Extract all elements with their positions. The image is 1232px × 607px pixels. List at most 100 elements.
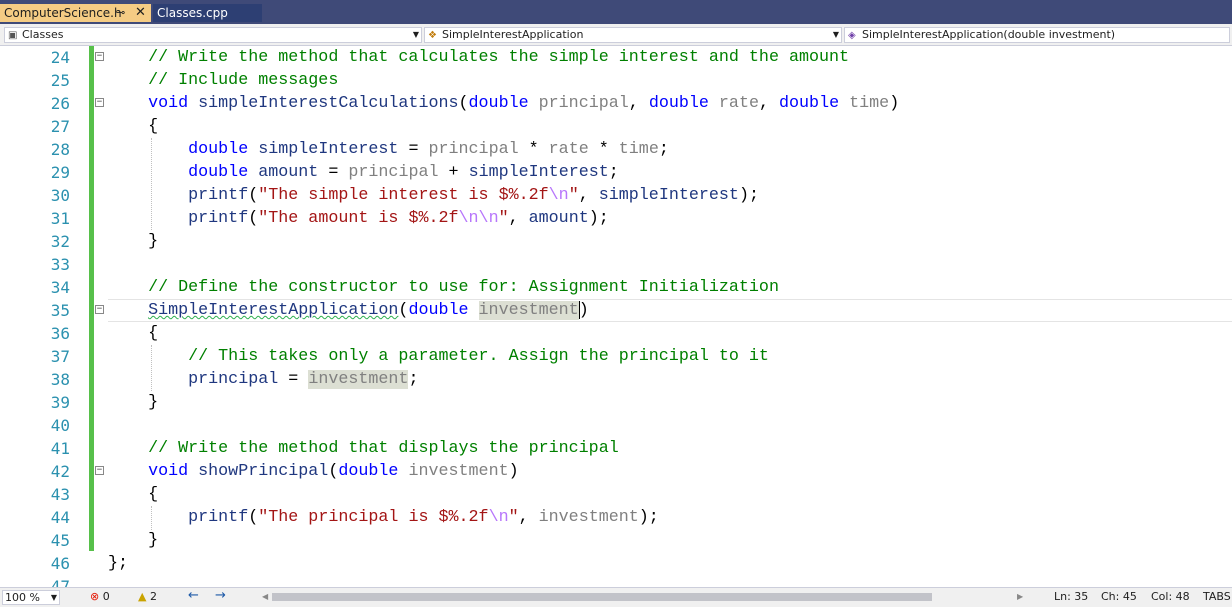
line-number: 28 [50,140,70,159]
code-text: } [148,393,159,412]
class-icon: ❖ [428,30,437,41]
navigate-forward-button[interactable]: → [215,589,226,603]
scroll-right-icon[interactable]: ▶ [1017,590,1023,604]
warning-icon: ▲ [138,590,147,603]
zoom-dropdown[interactable]: 100 % ▼ [2,590,60,605]
code-line-31: 31 printf("The amount is $%.2f\n\n", amo… [0,207,1232,230]
close-icon[interactable]: ✕ [135,4,146,22]
code-line-42: 42 − void showPrincipal(double investmen… [0,460,1232,483]
error-indicator[interactable]: ⊗ 0 [90,590,110,604]
code-text: } [148,232,159,251]
line-number: 43 [50,485,70,504]
code-text: printf("The principal is $%.2f\n", inves… [188,508,659,527]
navigation-bar: ▣ Classes ▼ ❖ SimpleInterestApplication ▼ … [0,24,1232,46]
code-line-32: 32 } [0,230,1232,253]
code-text: { [148,324,159,343]
code-line-29: 29 double amount = principal + simpleInt… [0,161,1232,184]
line-number: 36 [50,324,70,343]
chevron-down-icon: ▼ [412,30,419,39]
scope-dropdown-value: SimpleInterestApplication [442,28,584,41]
code-editor[interactable]: 24 − // Write the method that calculates… [0,46,1232,587]
char-indicator[interactable]: Ch: 45 [1101,590,1137,604]
line-indicator[interactable]: Ln: 35 [1054,590,1088,604]
code-text: // Define the constructor to use for: As… [148,278,779,297]
collapse-icon[interactable]: − [95,98,104,107]
tabs-indicator[interactable]: TABS [1203,590,1231,604]
code-line-34: 34 // Define the constructor to use for:… [0,276,1232,299]
project-dropdown-value: Classes [22,28,64,41]
code-text: { [148,485,159,504]
code-line-44: 44 printf("The principal is $%.2f\n", in… [0,506,1232,529]
warning-count: 2 [149,590,157,603]
code-line-47: 47 [0,575,1232,587]
line-number: 41 [50,439,70,458]
line-number: 47 [50,577,70,587]
line-number: 45 [50,531,70,550]
line-number: 32 [50,232,70,251]
pin-icon[interactable]: ⊸ [116,4,125,22]
document-tab-bar: ComputerScience.h ⊸ ✕ Classes.cpp [0,0,1232,24]
horizontal-scrollbar[interactable] [262,593,1022,601]
line-number: 44 [50,508,70,527]
member-dropdown-value: SimpleInterestApplication(double investm… [862,28,1116,41]
code-line-35: 35 − SimpleInterestApplication(double in… [0,299,1232,322]
navigate-back-button[interactable]: ← [188,589,199,603]
scope-dropdown[interactable]: ❖ SimpleInterestApplication ▼ [424,27,842,43]
code-line-46: 46 }; [0,552,1232,575]
code-line-28: 28 double simpleInterest = principal * r… [0,138,1232,161]
member-dropdown[interactable]: ◈ SimpleInterestApplication(double invest… [844,27,1230,43]
warning-indicator[interactable]: ▲ 2 [138,590,157,604]
code-line-40: 40 [0,414,1232,437]
code-text: } [148,531,159,550]
line-number: 46 [50,554,70,573]
code-text: void simpleInterestCalculations(double p… [148,94,900,113]
code-line-45: 45 } [0,529,1232,552]
code-line-27: 27 { [0,115,1232,138]
code-text: // Write the method that calculates the … [148,48,850,67]
code-line-43: 43 { [0,483,1232,506]
tab-label: ComputerScience.h [4,6,122,20]
collapse-icon[interactable]: − [95,52,104,61]
line-number: 39 [50,393,70,412]
line-number: 37 [50,347,70,366]
line-number: 29 [50,163,70,182]
line-number: 42 [50,462,70,481]
code-text: double simpleInterest = principal * rate… [188,140,669,159]
zoom-value: 100 % [5,591,40,604]
code-line-24: 24 − // Write the method that calculates… [0,46,1232,69]
line-number: 24 [50,48,70,67]
collapse-icon[interactable]: − [95,466,104,475]
code-text: // Write the method that displays the pr… [148,439,619,458]
code-text: printf("The simple interest is $%.2f\n",… [188,186,759,205]
code-line-36: 36 { [0,322,1232,345]
code-text: SimpleInterestApplication(double investm… [148,300,589,320]
code-text: }; [108,554,129,573]
code-text: { [148,117,159,136]
code-line-38: 38 principal = investment; [0,368,1232,391]
code-line-25: 25 // Include messages [0,69,1232,92]
code-text: // This takes only a parameter. Assign t… [188,347,769,366]
code-line-33: 33 [0,253,1232,276]
line-number: 38 [50,370,70,389]
tab-classes-cpp[interactable]: Classes.cpp [153,4,262,22]
tab-label: Classes.cpp [157,6,228,20]
tab-computerscience-h[interactable]: ComputerScience.h ⊸ ✕ [0,4,151,22]
line-number: 30 [50,186,70,205]
chevron-down-icon: ▼ [50,593,57,602]
text-caret [578,300,580,319]
line-number: 35 [50,301,70,320]
code-text: double amount = principal + simpleIntere… [188,163,619,182]
code-text: // Include messages [148,71,339,90]
project-dropdown[interactable]: ▣ Classes ▼ [4,27,422,43]
code-line-37: 37 // This takes only a parameter. Assig… [0,345,1232,368]
collapse-icon[interactable]: − [95,305,104,314]
code-line-30: 30 printf("The simple interest is $%.2f\… [0,184,1232,207]
method-icon: ◈ [848,30,856,41]
error-count: 0 [102,590,110,603]
line-number: 40 [50,416,70,435]
line-number: 27 [50,117,70,136]
code-line-26: 26 − void simpleInterestCalculations(dou… [0,92,1232,115]
scrollbar-thumb[interactable] [272,593,932,601]
column-indicator[interactable]: Col: 48 [1151,590,1190,604]
code-text: void showPrincipal(double investment) [148,462,519,481]
